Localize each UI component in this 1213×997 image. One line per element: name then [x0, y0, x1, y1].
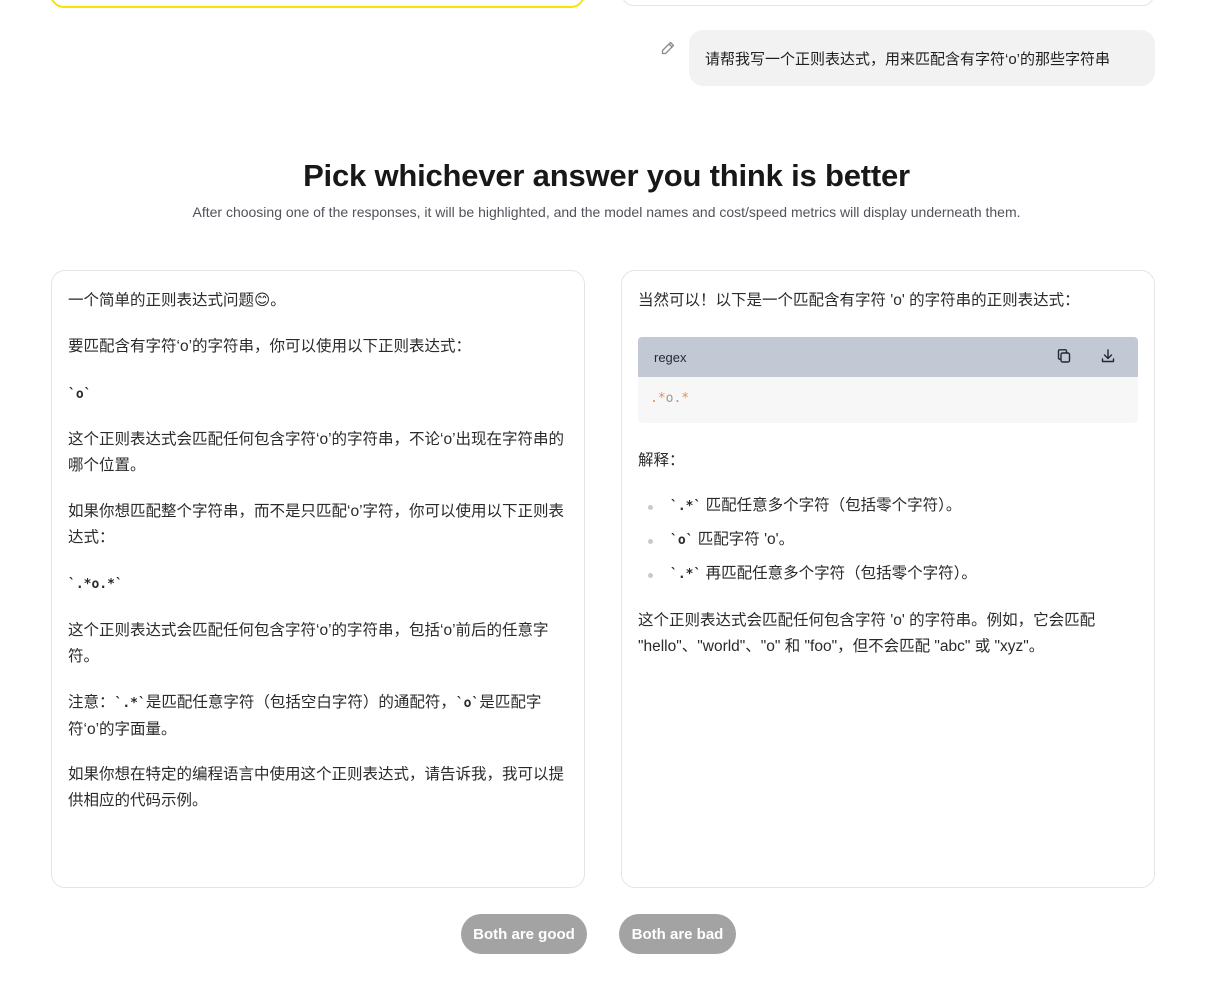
user-message-bubble: 请帮我写一个正则表达式，用来匹配含有字符‘o’的那些字符串 [689, 30, 1155, 86]
left-code-2: `.*o.*` [68, 577, 123, 592]
copy-code-button[interactable] [1050, 343, 1078, 371]
code-block: regex .*o.* [638, 337, 1138, 423]
pencil-icon [660, 40, 676, 61]
page-title: Pick whichever answer you think is bette… [303, 158, 910, 193]
page-subtitle: After choosing one of the responses, it … [192, 204, 1021, 220]
left-paragraph-2: 这个正则表达式会匹配任何包含字符‘o’的字符串，不论‘o’出现在字符串的哪个位置… [68, 431, 565, 474]
edit-message-button[interactable] [658, 40, 678, 60]
explanation-list: `.*` 匹配任意多个字符（包括零个字符）。 `o` 匹配字符 'o'。 `.*… [638, 493, 1138, 595]
list-item: `o` 匹配字符 'o'。 [638, 527, 1138, 561]
right-outro: 这个正则表达式会匹配任何包含字符 'o' 的字符串。例如，它会匹配 "hello… [638, 612, 1096, 655]
both-bad-button[interactable]: Both are bad [619, 914, 736, 954]
smile-emoji-icon: 😊 [254, 292, 271, 309]
list-item: `.*` 匹配任意多个字符（包括零个字符）。 [638, 493, 1138, 527]
right-intro: 当然可以！以下是一个匹配含有字符 'o' 的字符串的正则表达式： [638, 292, 1080, 309]
download-icon [1100, 348, 1116, 367]
explanation-label: 解释： [638, 452, 685, 469]
left-paragraph-5: 如果你想在特定的编程语言中使用这个正则表达式，请告诉我，我可以提供相应的代码示例… [68, 766, 565, 809]
previous-response-card-right[interactable] [621, 0, 1155, 6]
download-code-button[interactable] [1094, 343, 1122, 371]
list-item: `.*` 再匹配任意多个字符（包括零个字符）。 [638, 561, 1138, 595]
code-block-header: regex [638, 337, 1138, 377]
response-card-right[interactable]: 当然可以！以下是一个匹配含有字符 'o' 的字符串的正则表达式： regex .… [621, 270, 1155, 888]
left-paragraph-4: 这个正则表达式会匹配任何包含字符‘o’的字符串，包括‘o’前后的任意字符。 [68, 622, 549, 665]
code-language-label: regex [654, 349, 687, 365]
copy-icon [1056, 348, 1072, 367]
code-content: .*o.* [650, 391, 690, 406]
left-code-1: `o` [68, 387, 92, 402]
response-card-left[interactable]: 一个简单的正则表达式问题😊。 要匹配含有字符‘o’的字符串，你可以使用以下正则表… [51, 270, 585, 888]
previous-response-card-left[interactable] [50, 0, 585, 8]
left-note: 注意：`.*`是匹配任意字符（包括空白字符）的通配符，`o`是匹配字符‘o’的字… [68, 694, 542, 738]
user-message-text: 请帮我写一个正则表达式，用来匹配含有字符‘o’的那些字符串 [705, 50, 1111, 68]
left-paragraph-1: 要匹配含有字符‘o’的字符串，你可以使用以下正则表达式： [68, 338, 472, 355]
both-good-button[interactable]: Both are good [461, 914, 587, 954]
left-paragraph-3: 如果你想匹配整个字符串，而不是只匹配‘o’字符，你可以使用以下正则表达式： [68, 503, 565, 546]
left-intro: 一个简单的正则表达式问题😊。 [68, 292, 286, 309]
